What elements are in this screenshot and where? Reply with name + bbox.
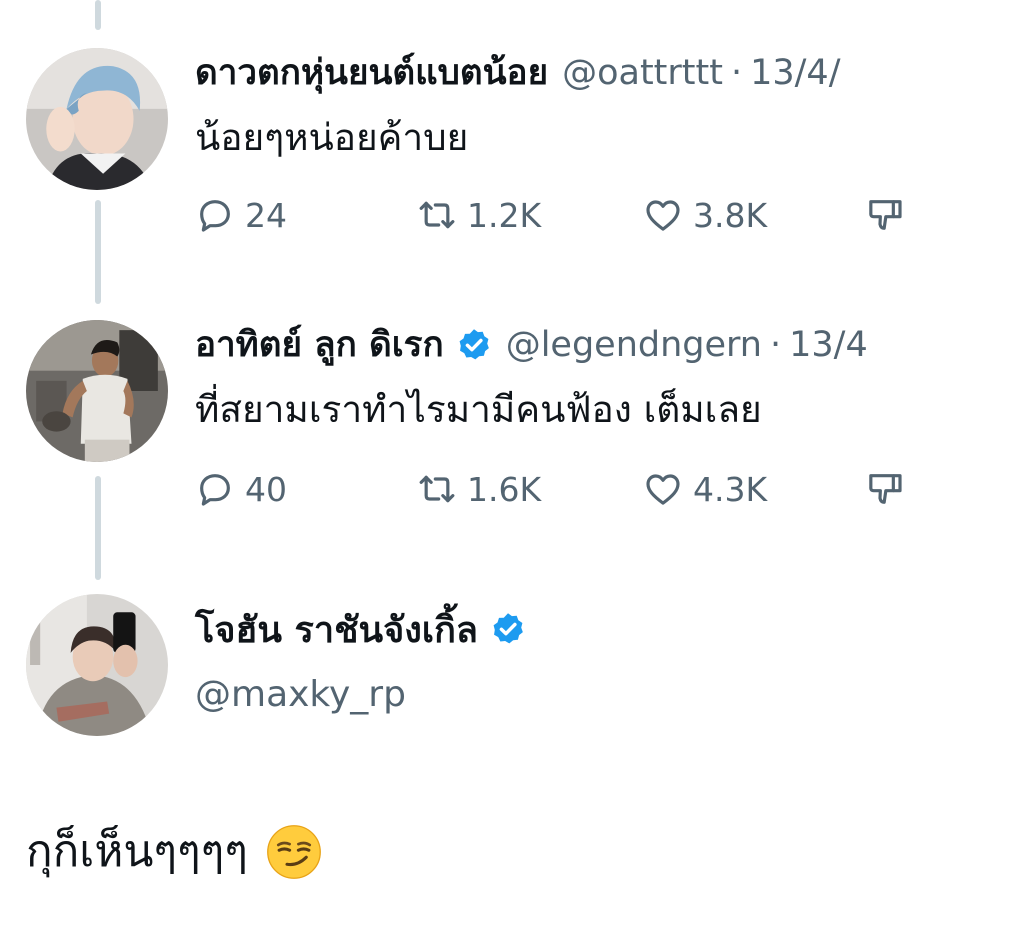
main-display-name-row: โจฮัน ราชันจังเกิ้ล bbox=[195, 606, 526, 652]
user-handle[interactable]: @legendngern bbox=[506, 322, 762, 368]
like-count: 4.3K bbox=[693, 469, 768, 509]
thread-tweet[interactable]: อาทิตย์ ลูก ดิเรก @legendngern · 13/4 ที… bbox=[0, 318, 1010, 528]
avatar-mirror-selfie bbox=[26, 594, 168, 736]
repost-arrows-icon bbox=[419, 475, 455, 503]
verified-badge-icon[interactable] bbox=[456, 327, 492, 363]
reply-count: 40 bbox=[245, 469, 287, 509]
thumbs-down-icon bbox=[869, 200, 902, 230]
reply-count: 24 bbox=[245, 195, 287, 235]
tweet-header: ดาวตกหุ่นยนต์แบตน้อย @oattrttt · 13/4/ bbox=[195, 50, 840, 96]
action-bar: 24 1.2K 3.8K bbox=[195, 190, 955, 240]
avatar[interactable] bbox=[26, 594, 168, 736]
like-count: 3.8K bbox=[693, 195, 768, 235]
reply-button[interactable]: 24 bbox=[195, 190, 287, 240]
reply-button[interactable]: 40 bbox=[195, 464, 287, 514]
avatar-man-white-shirt bbox=[26, 320, 168, 462]
user-handle[interactable]: @oattrttt bbox=[562, 50, 723, 96]
action-bar: 40 1.6K 4.3K bbox=[195, 464, 955, 514]
dislike-button[interactable] bbox=[865, 464, 905, 514]
repost-button[interactable]: 1.6K bbox=[417, 464, 541, 514]
dislike-button[interactable] bbox=[865, 190, 905, 240]
like-button[interactable]: 4.3K bbox=[643, 464, 767, 514]
tweet-text: น้อยๆหน่อยค้าบย bbox=[195, 116, 469, 159]
repost-count: 1.2K bbox=[467, 195, 542, 235]
thread-line bbox=[95, 0, 101, 30]
heart-icon bbox=[646, 474, 680, 505]
verified-badge-icon[interactable] bbox=[490, 611, 526, 647]
thumbs-down-icon bbox=[869, 474, 902, 504]
user-handle[interactable]: @maxky_rp bbox=[195, 674, 406, 715]
repost-button[interactable]: 1.2K bbox=[417, 190, 541, 240]
thread-tweet[interactable]: ดาวตกหุ่นยนต์แบตน้อย @oattrttt · 13/4/ น… bbox=[0, 42, 1010, 252]
display-name[interactable]: ดาวตกหุ่นยนต์แบตน้อย bbox=[195, 50, 548, 96]
tweet-header: อาทิตย์ ลูก ดิเรก @legendngern · 13/4 bbox=[195, 322, 868, 368]
smirking-face-icon bbox=[266, 824, 322, 880]
tweet-date[interactable]: 13/4 bbox=[789, 322, 868, 368]
separator: · bbox=[730, 53, 743, 93]
tweet-text: ที่สยามเราทำไรมามีคนฟ้อง เต็มเลย bbox=[195, 388, 762, 431]
avatar-blue-hair bbox=[26, 48, 168, 190]
main-tweet-text-row: กุก็เห็นๆๆๆๆ bbox=[26, 822, 322, 882]
avatar[interactable] bbox=[26, 48, 168, 190]
repost-arrows-icon bbox=[419, 201, 455, 229]
like-button[interactable]: 3.8K bbox=[643, 190, 767, 240]
speech-bubble-icon bbox=[200, 474, 230, 506]
display-name[interactable]: อาทิตย์ ลูก ดิเรก bbox=[195, 322, 444, 368]
speech-bubble-icon bbox=[200, 200, 230, 232]
avatar[interactable] bbox=[26, 320, 168, 462]
separator: · bbox=[769, 325, 782, 365]
tweet-date[interactable]: 13/4/ bbox=[750, 50, 840, 96]
repost-count: 1.6K bbox=[467, 469, 542, 509]
heart-icon bbox=[646, 200, 680, 231]
display-name[interactable]: โจฮัน ราชันจังเกิ้ล bbox=[195, 601, 478, 658]
tweet-text: กุก็เห็นๆๆๆๆ bbox=[26, 826, 248, 877]
